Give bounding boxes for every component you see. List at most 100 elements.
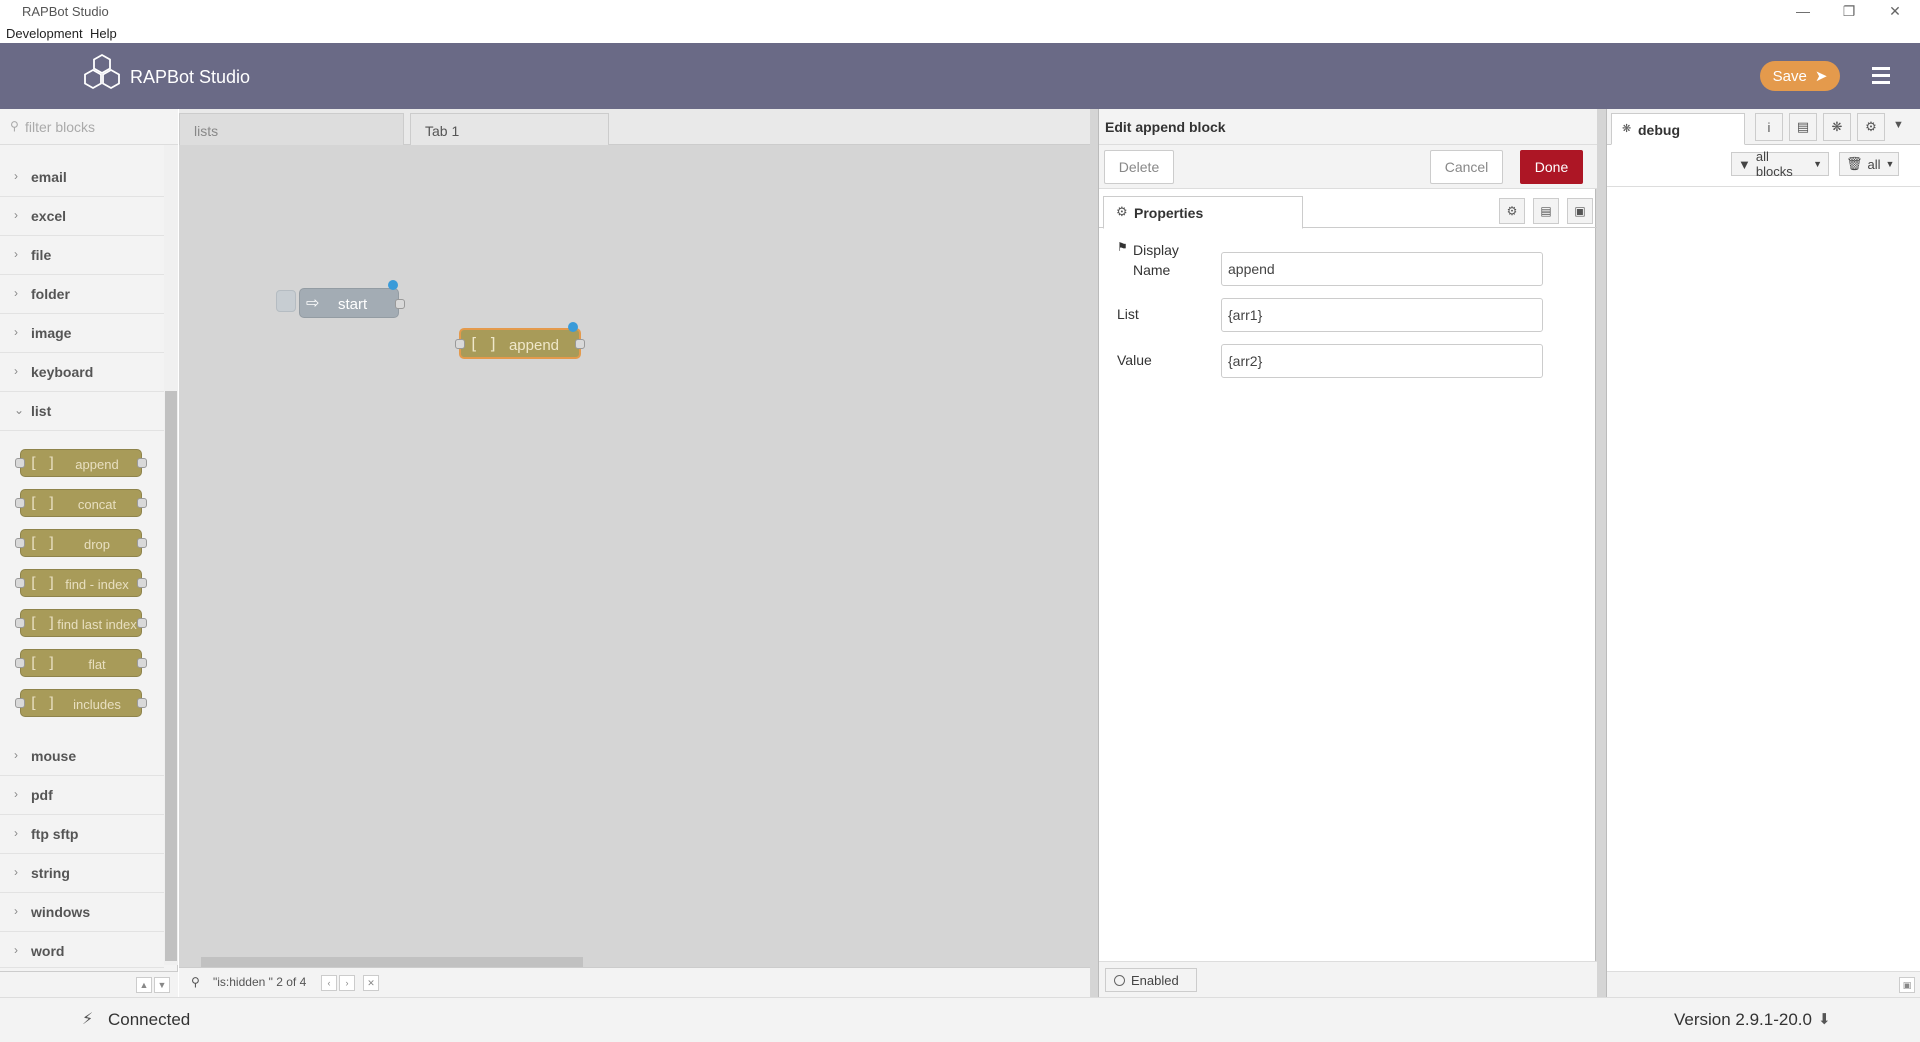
clear-messages-dropdown[interactable]: 🗑 all ▼ xyxy=(1839,152,1899,176)
editor-footer: Enabled xyxy=(1099,961,1597,997)
search-icon: ⚲ xyxy=(10,119,19,133)
filter-blocks-dropdown[interactable]: ▼ all blocks ▼ xyxy=(1731,149,1829,179)
value-input[interactable] xyxy=(1221,344,1543,378)
palette-block-find-last-index[interactable]: [ ] find last index xyxy=(15,609,147,637)
palette-block-flat[interactable]: [ ] flat xyxy=(15,649,147,677)
save-label: Save xyxy=(1772,67,1807,85)
tab-lists[interactable]: lists xyxy=(179,113,404,145)
workspace-footer: ⚲ "is:hidden " 2 of 4 ‹ › ✕ xyxy=(179,967,1090,997)
tab-debug[interactable]: ❋ debug xyxy=(1611,113,1745,145)
value-label: Value xyxy=(1117,352,1152,368)
chevron-right-icon: › xyxy=(14,286,18,300)
rocket-icon: ➤ xyxy=(1814,68,1828,85)
filter-blocks-input[interactable]: ⚲ filter blocks xyxy=(0,109,178,145)
palette-block-find-index[interactable]: [ ] find - index xyxy=(15,569,147,597)
list-label: List xyxy=(1117,306,1139,322)
search-result-text: "is:hidden " 2 of 4 xyxy=(213,975,307,989)
menu-development[interactable]: Development xyxy=(6,26,83,41)
caret-down-icon[interactable]: ▼ xyxy=(1893,119,1904,131)
menubar: Development Help xyxy=(0,22,1920,44)
close-icon[interactable]: ✕ xyxy=(1872,0,1918,22)
info-icon[interactable]: i xyxy=(1755,113,1783,141)
category-windows[interactable]: › windows xyxy=(0,893,164,932)
hamburger-menu-icon[interactable] xyxy=(1866,63,1896,89)
tab-properties[interactable]: ⚙ Properties xyxy=(1103,196,1303,229)
tab-tab-1[interactable]: Tab 1 xyxy=(410,113,609,145)
category-label: word xyxy=(31,943,65,959)
menu-help[interactable]: Help xyxy=(90,26,117,41)
workspace-tabs: lists Tab 1 xyxy=(179,109,1090,145)
category-image[interactable]: › image xyxy=(0,314,164,353)
settings-gear-icon[interactable]: ⚙ xyxy=(1499,198,1525,224)
delete-button[interactable]: Delete xyxy=(1104,150,1174,184)
category-pdf[interactable]: › pdf xyxy=(0,776,164,815)
edit-block-panel: Edit append block Delete Cancel Done ⚙ P… xyxy=(1090,109,1598,997)
next-result-icon[interactable]: › xyxy=(339,975,355,991)
inject-trigger-button[interactable] xyxy=(276,290,296,312)
block-palette: ⚲ filter blocks › email › excel › file › fol… xyxy=(0,109,178,997)
previous-result-icon[interactable]: ‹ xyxy=(321,975,337,991)
arrow-right-icon: ⇨ xyxy=(306,295,320,312)
category-label: keyboard xyxy=(31,364,94,380)
editor-title-bar: Edit append block xyxy=(1099,109,1597,145)
download-icon[interactable]: ⬇ xyxy=(1818,1010,1831,1028)
sidebar: ❋ debug i ▤ ❋ ⚙ ▼ ▼ all blocks ▼ 🗑 all ▼… xyxy=(1598,109,1920,997)
category-list[interactable]: ⌄ list xyxy=(0,392,164,431)
category-email[interactable]: › email xyxy=(0,158,164,197)
category-keyboard[interactable]: › keyboard xyxy=(0,353,164,392)
debug-bug-icon[interactable]: ❋ xyxy=(1823,113,1851,141)
node-append[interactable]: [ ] append xyxy=(455,322,585,359)
category-file[interactable]: › file xyxy=(0,236,164,275)
collapse-all-icon[interactable]: ▲ xyxy=(136,977,152,993)
palette-block-drop[interactable]: [ ] drop xyxy=(15,529,147,557)
output-port[interactable] xyxy=(395,299,405,309)
save-button[interactable]: Save ➤ xyxy=(1760,61,1840,91)
palette-block-append[interactable]: [ ] append xyxy=(15,449,147,477)
category-label: pdf xyxy=(31,787,53,803)
book-icon[interactable]: ▤ xyxy=(1789,113,1817,141)
category-label: email xyxy=(31,169,67,185)
tab-label: lists xyxy=(194,123,219,139)
done-button[interactable]: Done xyxy=(1520,150,1583,184)
search-icon[interactable]: ⚲ xyxy=(191,975,200,989)
canvas-horizontal-scrollbar[interactable] xyxy=(191,956,1081,967)
palette-scrollbar[interactable] xyxy=(164,145,178,965)
sidebar-tabs: ❋ debug i ▤ ❋ ⚙ ▼ xyxy=(1607,109,1920,145)
config-gear-icon[interactable]: ⚙ xyxy=(1857,113,1885,141)
restore-icon[interactable]: ❐ xyxy=(1826,0,1872,22)
editor-title: Edit append block xyxy=(1105,119,1226,135)
category-word[interactable]: › word xyxy=(0,932,164,968)
category-label: excel xyxy=(31,208,67,224)
description-icon[interactable]: ▤ xyxy=(1533,198,1559,224)
cancel-button[interactable]: Cancel xyxy=(1430,150,1503,184)
palette-block-concat[interactable]: [ ] concat xyxy=(15,489,147,517)
dropdown-label: all blocks xyxy=(1755,149,1793,179)
tag-icon: ⚑ xyxy=(1117,240,1128,254)
appearance-icon[interactable]: ▣ xyxy=(1567,198,1593,224)
output-port[interactable] xyxy=(575,339,585,349)
list-input[interactable] xyxy=(1221,298,1543,332)
chevron-right-icon: › xyxy=(14,748,18,762)
category-label: folder xyxy=(31,286,70,302)
monitor-icon[interactable]: ▣ xyxy=(1899,977,1915,993)
enabled-toggle[interactable]: Enabled xyxy=(1105,968,1197,992)
block-label: find last index xyxy=(57,617,137,632)
workspace-canvas[interactable]: ⇨ start [ ] append xyxy=(179,145,1090,967)
status-bar: ⚡ Connected Version 2.9.1-20.0 ⬇ xyxy=(0,997,1920,1042)
category-string[interactable]: › string xyxy=(0,854,164,893)
node-start[interactable]: ⇨ start xyxy=(299,280,405,318)
category-folder[interactable]: › folder xyxy=(0,275,164,314)
category-mouse[interactable]: › mouse xyxy=(0,737,164,776)
block-label: find - index xyxy=(65,577,129,592)
chevron-right-icon: › xyxy=(14,787,18,801)
chevron-right-icon: › xyxy=(14,169,18,183)
display-name-input[interactable] xyxy=(1221,252,1543,286)
expand-all-icon[interactable]: ▼ xyxy=(154,977,170,993)
palette-block-includes[interactable]: [ ] includes xyxy=(15,689,147,717)
category-excel[interactable]: › excel xyxy=(0,197,164,236)
category-ftp-sftp[interactable]: › ftp sftp xyxy=(0,815,164,854)
minimize-icon[interactable]: — xyxy=(1780,0,1826,22)
palette-footer: ▲ ▼ xyxy=(0,971,178,997)
close-search-icon[interactable]: ✕ xyxy=(363,975,379,991)
input-port[interactable] xyxy=(455,339,465,349)
